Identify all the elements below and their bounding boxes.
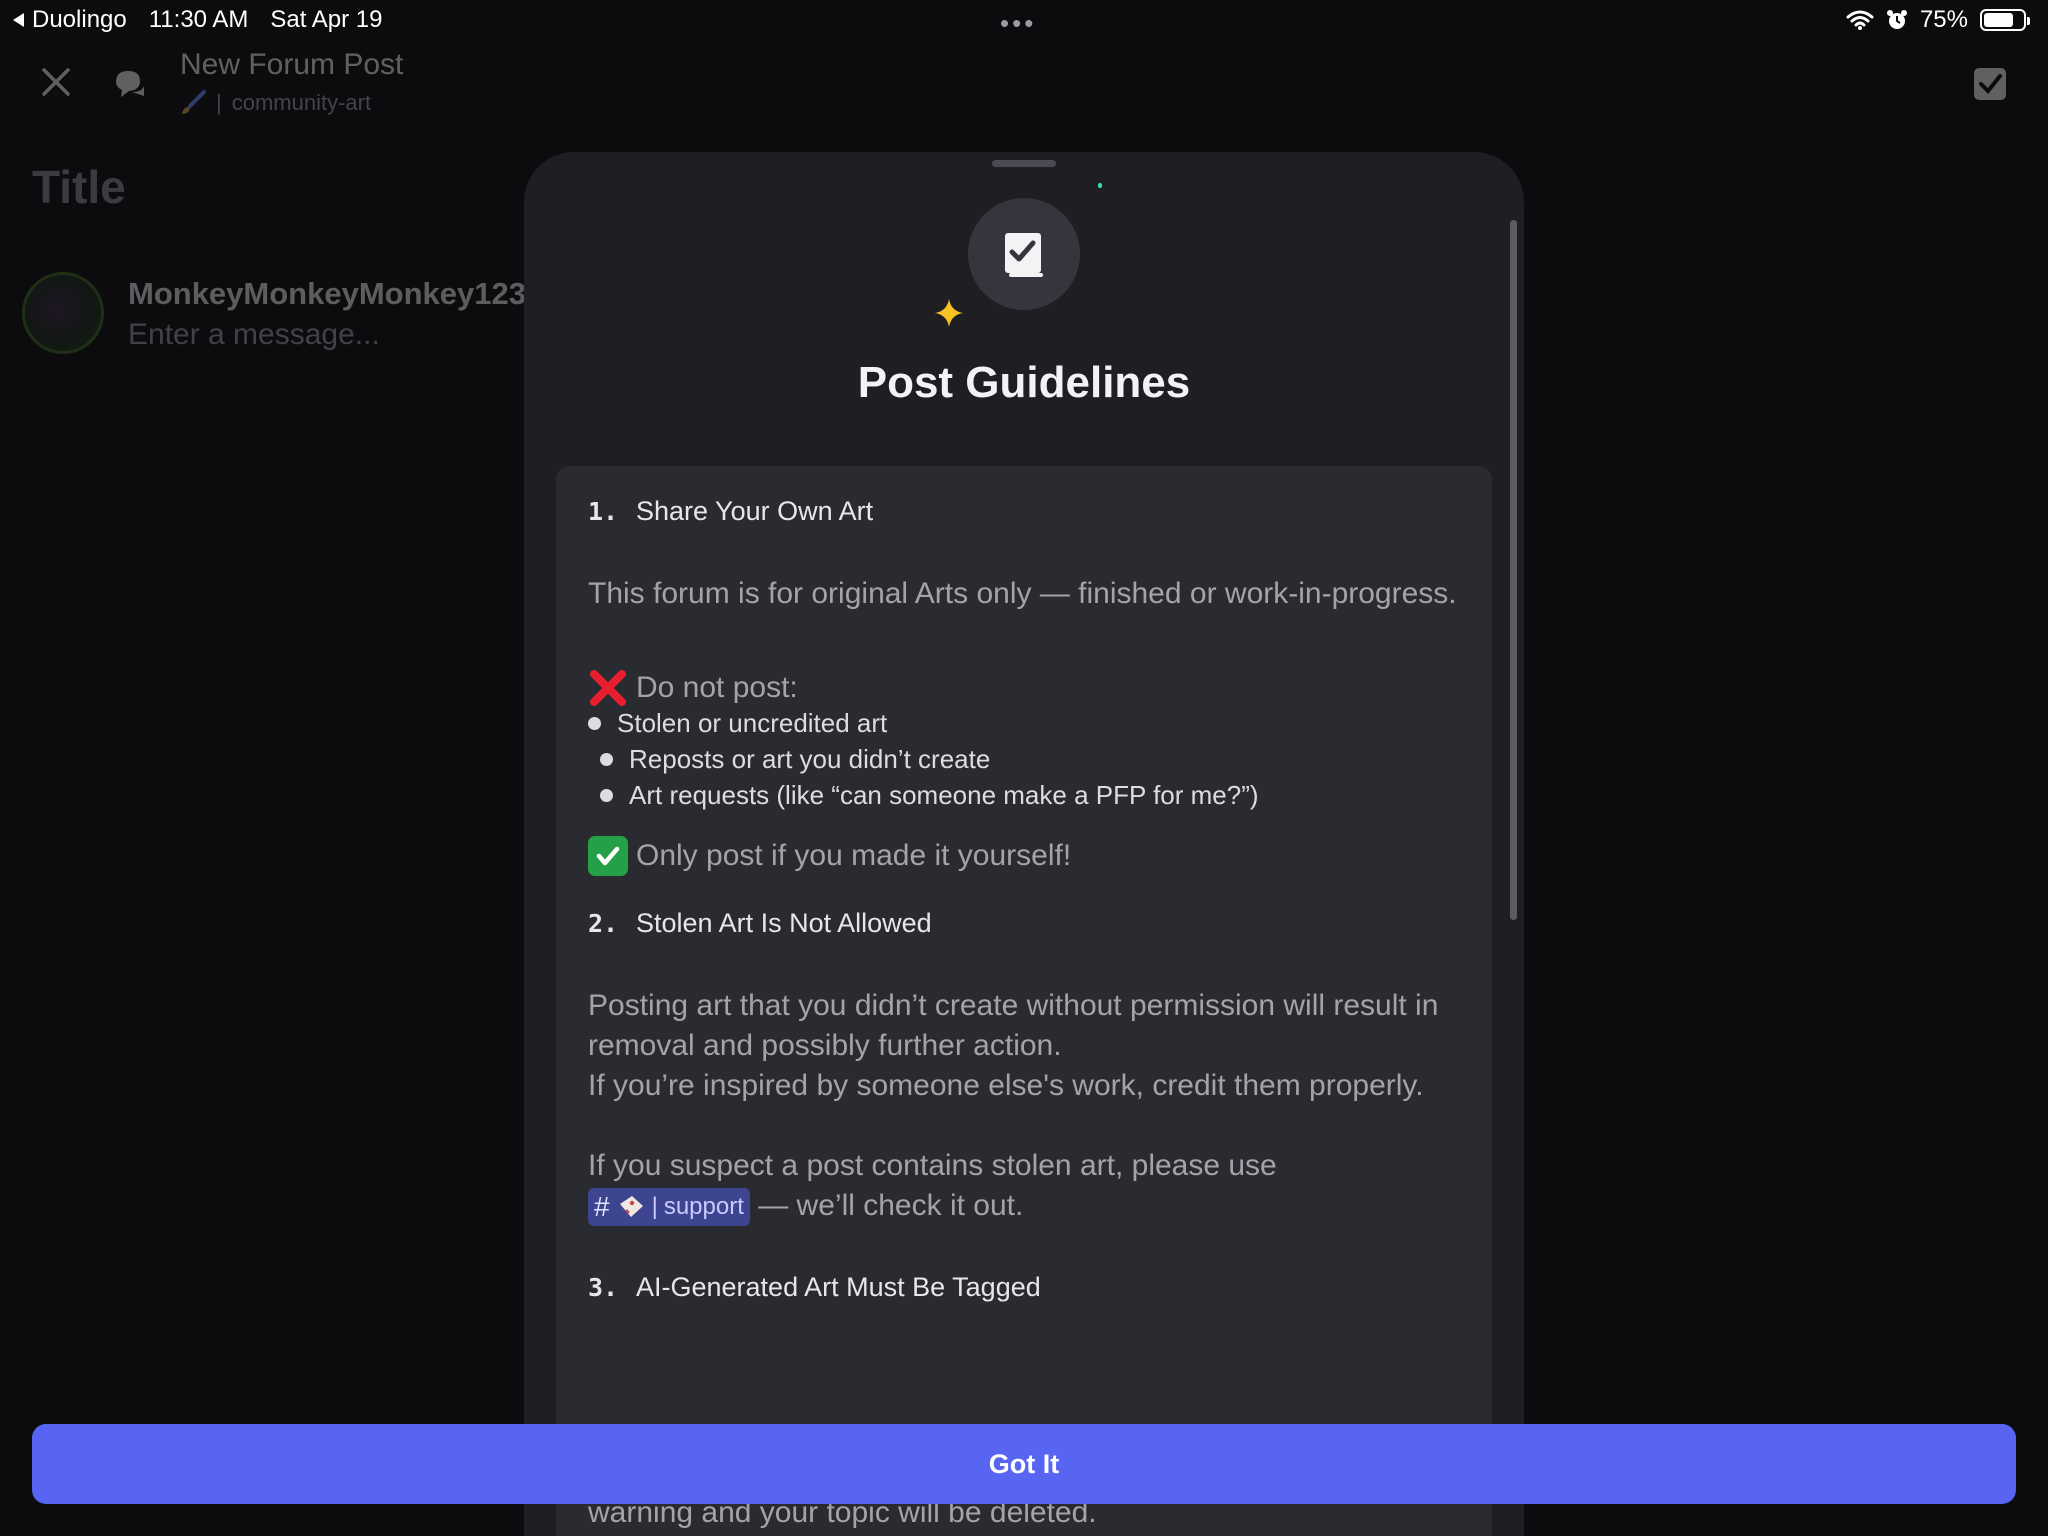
ticket-icon	[619, 1196, 643, 1218]
allowed-text: Only post if you made it yourself!	[636, 839, 1072, 872]
message-input[interactable]: Enter a message...	[128, 318, 380, 352]
bullet-dot	[588, 717, 601, 730]
rule-1-number: 1.	[588, 497, 619, 526]
sheet-grabber[interactable]	[992, 160, 1056, 167]
rule-3-title: AI-Generated Art Must Be Tagged	[636, 1272, 1041, 1302]
composer-channel: | community-art	[180, 90, 371, 116]
bullet-dot	[600, 753, 613, 766]
battery-icon	[1980, 9, 2030, 31]
paintbrush-icon	[182, 90, 206, 114]
battery-percent: 75%	[1919, 6, 1968, 33]
wifi-icon	[1846, 10, 1874, 30]
back-app-label: Duolingo	[32, 6, 127, 33]
status-date: Sat Apr 19	[270, 6, 383, 33]
title-input[interactable]: Title	[32, 160, 126, 214]
list-item: Art requests (like “can someone make a P…	[600, 780, 1259, 811]
back-triangle-icon	[13, 13, 24, 27]
support-channel-link[interactable]: # | support	[588, 1188, 750, 1227]
multitasking-dots[interactable]: •••	[1000, 8, 1036, 39]
list-item: Stolen or uncredited art	[588, 708, 887, 739]
guidelines-content: 1. Share Your Own Art This forum is for …	[556, 466, 1492, 1536]
do-not-post-label: Do not post:	[636, 671, 798, 704]
allowed-line: Only post if you made it yourself!	[588, 836, 1071, 876]
channel-name: community-art	[231, 90, 372, 115]
back-to-app-button[interactable]: Duolingo	[12, 6, 127, 34]
list-item-text: Stolen or uncredited art	[617, 708, 888, 738]
list-item-text: Art requests (like “can someone make a P…	[629, 780, 1259, 810]
rule-1-heading: 1. Share Your Own Art	[588, 496, 873, 527]
cross-mark-icon	[590, 670, 626, 706]
checklist-icon	[1005, 233, 1043, 277]
alarm-icon	[1886, 10, 1907, 29]
rule-3-number: 3.	[588, 1273, 619, 1302]
sparkle-dot	[1098, 183, 1102, 188]
scrollbar[interactable]	[1510, 220, 1517, 920]
sheet-title: Post Guidelines	[857, 358, 1191, 407]
composer-header-title: New Forum Post	[180, 48, 404, 81]
rule-3-heading: 3. AI-Generated Art Must Be Tagged	[588, 1272, 1041, 1303]
guidelines-icon	[968, 198, 1080, 310]
rule-1-description: This forum is for original Arts only — f…	[588, 577, 1457, 610]
sparkle-icon	[935, 299, 963, 327]
pill-separator: |	[651, 1193, 658, 1221]
rule-2-number: 2.	[588, 909, 619, 938]
status-bar: Duolingo 11:30 AM Sat Apr 19 ••• 75%	[0, 0, 2048, 40]
rule-2-line-2: If you’re inspired by someone else's wor…	[588, 1069, 1424, 1102]
username: MonkeyMonkeyMonkey1234	[128, 276, 544, 311]
forum-icon	[116, 71, 144, 97]
channel-separator: |	[216, 90, 222, 115]
report-suffix: — we’ll check it out.	[758, 1189, 1024, 1222]
support-channel-name: support	[663, 1193, 744, 1221]
bullet-dot	[600, 789, 613, 802]
rule-2-line-1: Posting art that you didn’t create witho…	[588, 989, 1439, 1062]
report-text: If you suspect a post contains stolen ar…	[588, 1149, 1277, 1182]
list-item: Reposts or art you didn’t create	[600, 744, 990, 775]
rule-2-report: If you suspect a post contains stolen ar…	[588, 1146, 1468, 1227]
checklist-icon[interactable]	[1970, 64, 2010, 104]
battery-fill	[1984, 13, 2013, 27]
rule-2-heading: 2. Stolen Art Is Not Allowed	[588, 908, 932, 939]
avatar	[22, 272, 104, 354]
check-mark-icon	[588, 836, 628, 876]
got-it-button[interactable]: Got It	[32, 1424, 2016, 1504]
do-not-post-heading: Do not post:	[588, 668, 798, 708]
close-icon[interactable]	[38, 64, 74, 100]
rule-1-title: Share Your Own Art	[636, 496, 874, 526]
hash-icon: #	[594, 1191, 610, 1223]
status-time: 11:30 AM	[148, 6, 249, 33]
rule-2-title: Stolen Art Is Not Allowed	[636, 908, 932, 938]
rule-2-text: Posting art that you didn’t create witho…	[588, 986, 1468, 1106]
list-item-text: Reposts or art you didn’t create	[629, 744, 991, 774]
post-guidelines-sheet: Post Guidelines 1. Share Your Own Art Th…	[524, 152, 1524, 1536]
